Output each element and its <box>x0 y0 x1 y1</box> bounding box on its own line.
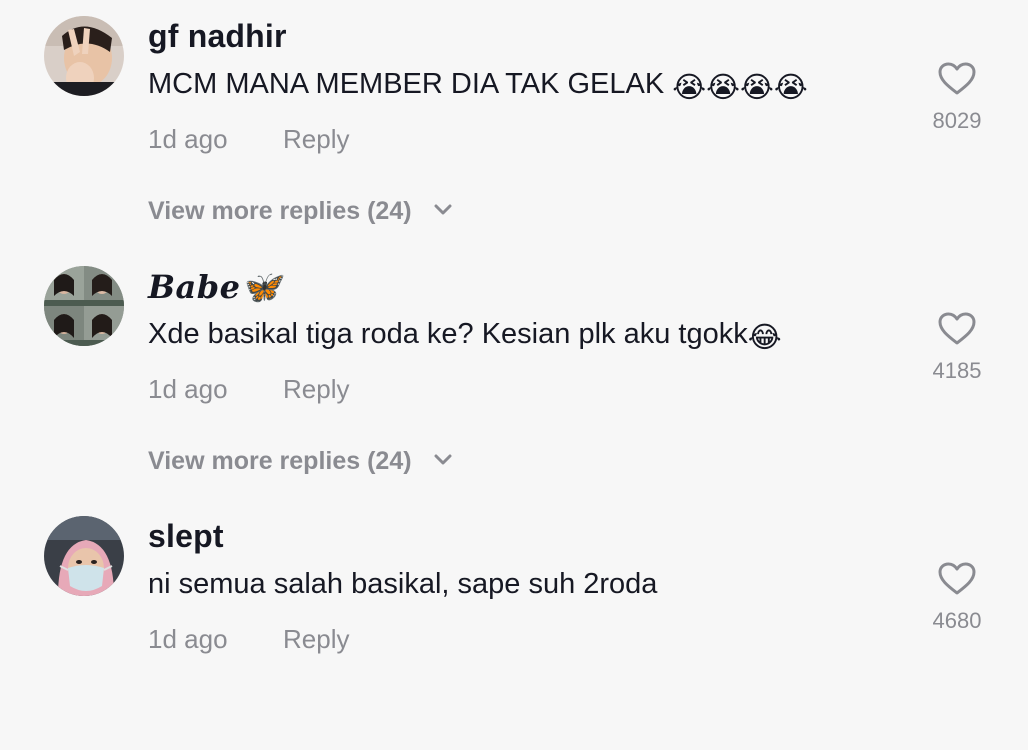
reply-button[interactable]: Reply <box>283 624 349 655</box>
heart-outline-icon[interactable] <box>938 312 976 346</box>
like-area: 4680 <box>922 562 992 634</box>
comment-text: Xde basikal tiga roda ke? Kesian plk aku… <box>148 318 782 355</box>
comment-text: MCM MANA MEMBER DIA TAK GELAK 😭😭😭😭 <box>148 68 808 105</box>
like-area: 4185 <box>922 312 992 384</box>
like-count: 4185 <box>932 358 982 383</box>
view-more-replies-button[interactable]: View more replies (24) <box>148 447 453 476</box>
username[interactable]: gf nadhir <box>148 18 287 55</box>
comment-item: Babe🦋 Xde basikal tiga roda ke? Kesian p… <box>0 250 1028 500</box>
comment-item: gf nadhir MCM MANA MEMBER DIA TAK GELAK … <box>0 0 1028 250</box>
comment-time: 1d ago <box>148 124 228 154</box>
like-count: 8029 <box>932 108 982 133</box>
username[interactable]: Babe🦋 <box>148 268 281 306</box>
comment-text-body: Xde basikal tiga roda ke? Kesian plk aku… <box>148 318 748 350</box>
avatar[interactable] <box>44 266 124 346</box>
reply-button[interactable]: Reply <box>283 124 349 155</box>
laughing-emoji: 😂 <box>747 322 782 354</box>
view-more-replies-label: View more replies (24) <box>148 447 412 475</box>
view-more-replies-button[interactable]: View more replies (24) <box>148 197 453 226</box>
heart-outline-icon[interactable] <box>938 62 976 96</box>
username[interactable]: slept <box>148 518 224 555</box>
comment-item: slept ni semua salah basikal, sape suh 2… <box>0 500 1028 750</box>
avatar[interactable] <box>44 16 124 96</box>
view-more-replies-label: View more replies (24) <box>148 197 412 225</box>
comment-time: 1d ago <box>148 624 228 654</box>
reply-button[interactable]: Reply <box>283 374 349 405</box>
chevron-down-icon <box>434 454 452 465</box>
comment-text: ni semua salah basikal, sape suh 2roda <box>148 568 658 600</box>
like-area: 8029 <box>922 62 992 134</box>
chevron-down-icon <box>434 204 452 215</box>
crying-emoji: 😭😭😭😭 <box>672 72 808 104</box>
avatar[interactable] <box>44 516 124 596</box>
heart-outline-icon[interactable] <box>938 562 976 596</box>
like-count: 4680 <box>932 608 982 633</box>
comment-text-body: MCM MANA MEMBER DIA TAK GELAK <box>148 68 665 100</box>
comment-time: 1d ago <box>148 374 228 404</box>
